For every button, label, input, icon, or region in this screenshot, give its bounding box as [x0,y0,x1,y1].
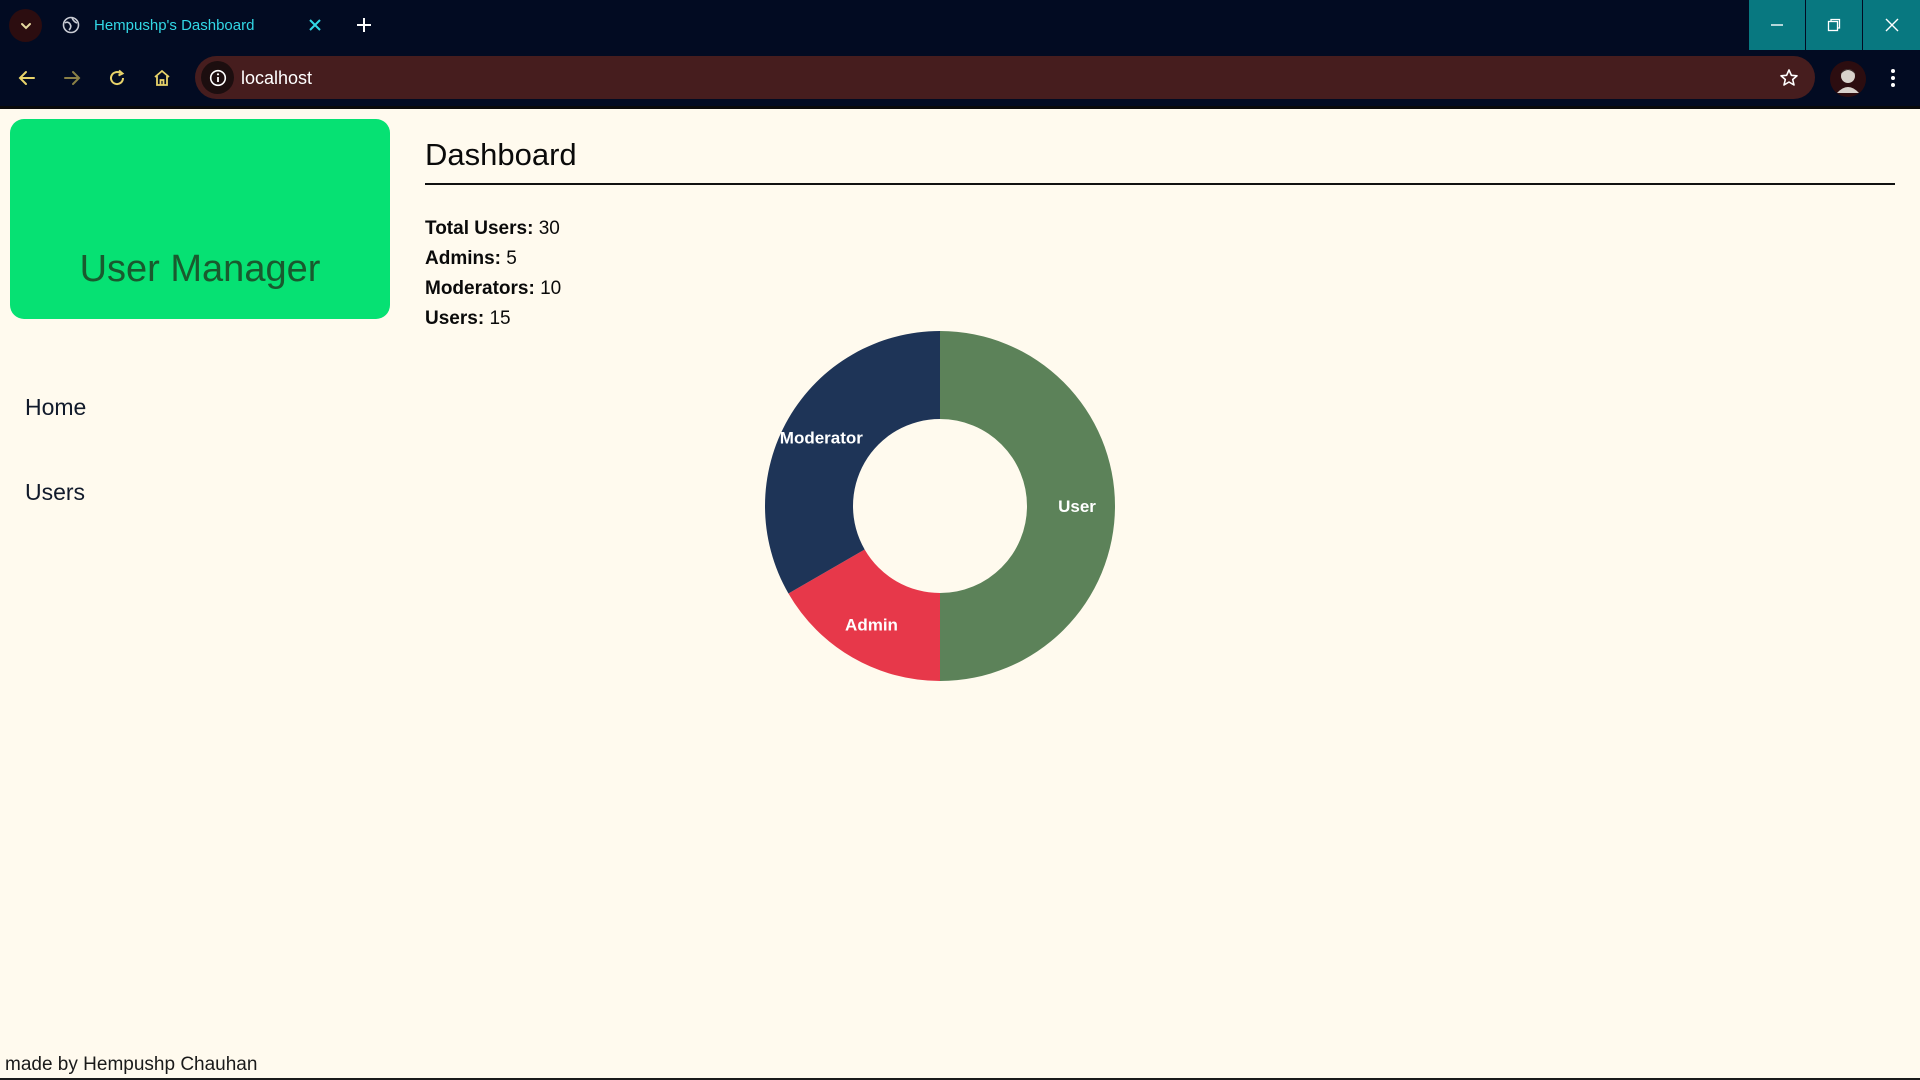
sidebar-link-users[interactable]: Users [25,479,85,506]
donut-label-moderator: Moderator [780,429,864,448]
footer-credit: made by Hempushp Chauhan [5,1054,258,1075]
brand-title: User Manager [79,248,321,290]
stat-label: Moderators: [425,278,535,299]
home-button[interactable] [146,62,178,94]
arrow-right-icon [64,71,81,85]
chrome-divider [0,106,1920,109]
donut-label-admin: Admin [845,616,898,635]
address-bar[interactable]: localhost [195,56,1815,99]
stat-label: Admins: [425,248,501,269]
stat-value: 10 [540,278,562,299]
arrow-left-icon [18,71,35,85]
stat-moderators: Moderators: 10 [425,274,561,304]
tab-title: Hempushp's Dashboard [94,16,255,34]
reload-button[interactable] [101,62,133,94]
minimize-icon [1771,24,1783,26]
minimize-button[interactable] [1749,0,1805,50]
restore-button[interactable] [1806,0,1862,50]
page-title: Dashboard [425,137,577,172]
tab-close-icon[interactable] [303,13,327,37]
sidebar-link-home[interactable]: Home [25,394,86,421]
browser-tab[interactable]: Hempushp's Dashboard [50,0,345,50]
site-info-button[interactable] [201,61,234,94]
info-icon [209,69,226,86]
profile-avatar[interactable] [1830,61,1866,97]
more-vertical-icon [1891,69,1895,87]
bookmark-star-icon[interactable] [1777,66,1801,90]
chevron-down-icon [20,22,31,29]
close-window-button[interactable] [1863,0,1920,50]
donut-slice-moderator[interactable] [765,331,940,594]
plus-icon [357,18,371,32]
title-divider [425,183,1895,185]
brand-card: User Manager [10,119,390,319]
forward-button[interactable] [56,62,88,94]
url-text[interactable]: localhost [241,68,312,89]
globe-icon [62,16,80,34]
reload-icon [110,69,125,86]
back-button[interactable] [11,62,43,94]
stat-value: 30 [538,218,560,239]
stat-label: Users: [425,308,485,329]
stat-value: 5 [506,248,517,269]
stat-value: 15 [489,308,511,329]
avatar-icon [1830,61,1866,97]
browser-toolbar: localhost [0,50,1920,106]
restore-icon [1827,18,1841,32]
role-donut-chart: User Admin Moderator [765,331,1115,681]
close-icon [1885,18,1898,32]
stats-list: Total Users: 30 Admins: 5 Moderators: 10… [425,214,561,334]
stat-label: Total Users: [425,218,534,239]
stat-users: Users: 15 [425,304,561,334]
tab-search-button[interactable] [9,9,42,42]
browser-tab-bar: Hempushp's Dashboard [0,0,1920,50]
home-icon [154,69,170,86]
stat-total-users: Total Users: 30 [425,214,561,244]
browser-menu-button[interactable] [1879,64,1907,92]
stat-admins: Admins: 5 [425,244,561,274]
new-tab-button[interactable] [350,11,378,39]
donut-label-user: User [1058,497,1096,516]
